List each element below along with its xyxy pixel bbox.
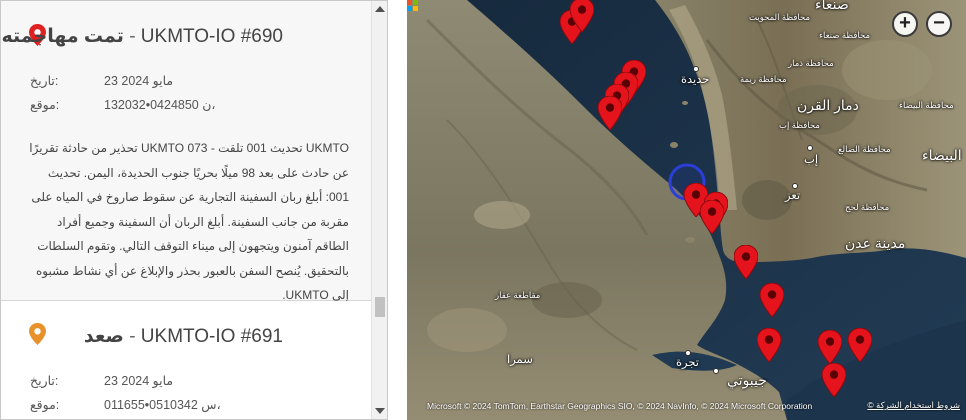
city-dot-taiz [792,183,798,189]
place-label-hudaydah: حديدة [681,74,710,86]
date-row: تاريخ: مايو 2024 23 [1,373,373,391]
place-label-taiz: تعز [785,190,801,202]
microsoft-logo-icon [407,0,418,11]
scrollbar-thumb[interactable] [375,297,385,317]
place-label-dhale: محافظة الضالع [838,144,891,154]
place-label-bayda: البيضاء [922,147,962,163]
date-label: تاريخ: [30,374,59,388]
incident-list-panel: تمت مهاجمته - UKMTO-IO #690 تاريخ: مايو … [0,0,388,420]
place-label-aden: مدينة عدن [845,235,906,251]
scroll-down-arrow-icon[interactable] [375,408,385,414]
incident-kind: صعد [83,326,124,347]
city-dot-hudaydah [693,66,699,72]
location-value: 132032•0424850 ن، [104,98,216,112]
location-row: موقع: 011655•0510342 س، [1,397,373,415]
place-label-dhamar-gov: محافظة ذمار [788,58,834,68]
orange-pin-icon [29,323,46,345]
incident-kind: تمت مهاجمته [1,26,124,47]
satellite-map[interactable]: صنعاء حديدة دمار القرن إب تعز مدينة عدن … [407,0,966,420]
place-label-ibb-gov: محافظة إب [779,120,820,130]
date-value: مايو 2024 23 [104,374,174,388]
incident-marker-pin-icon[interactable] [598,96,622,130]
place-label-tadjoura: تجرة [676,357,699,369]
terms-link[interactable]: شروط استخدام الشركة © [867,400,960,411]
location-label: موقع: [30,398,60,412]
place-label-sanaa: صنعاء [815,0,849,12]
incident-title[interactable]: صعد - UKMTO-IO #691 [1,319,373,355]
incident-description: UKMTO تحديث 001 تلقت - UKMTO 073 تحذير م… [29,141,349,302]
incident-marker-pin-icon[interactable] [822,363,846,397]
incident-marker-pin-icon[interactable] [570,0,594,32]
city-dot-ibb [807,145,813,151]
panel-scrollbar[interactable] [371,1,387,419]
scroll-up-arrow-icon[interactable] [375,6,385,12]
place-label-dhamar: دمار القرن [797,97,859,113]
incident-marker-pin-icon[interactable] [848,328,872,362]
title-separator: - [129,26,136,47]
city-dot-tadjoura [685,350,691,356]
incident-marker-pin-icon[interactable] [734,245,758,279]
place-label-djibouti: جيبوتي [727,372,767,388]
incident-id: UKMTO-IO #690 [140,26,283,47]
date-row: تاريخ: مايو 2024 23 [1,73,373,91]
date-value: مايو 2024 23 [104,74,174,88]
place-label-sanaa-gov: محافظة صنعاء [819,30,871,40]
place-label-assab: مقاطعة عفار [495,290,541,300]
location-value: 011655•0510342 س، [104,398,221,412]
incident-card-691[interactable]: صعد - UKMTO-IO #691 تاريخ: مايو 2024 23 … [1,301,373,419]
place-label-bayda-gov: محافظة البيضاء [899,100,954,110]
location-row: موقع: 132032•0424850 ن، [1,97,373,115]
city-dot-djibouti [713,368,719,374]
zoom-in-button[interactable]: + [892,11,918,37]
place-label-lahij: محافظة لحج [845,202,890,212]
place-label-raymah: محافظة ريمة [740,74,787,84]
incident-card-690[interactable]: تمت مهاجمته - UKMTO-IO #690 تاريخ: مايو … [1,1,373,302]
incident-title[interactable]: تمت مهاجمته - UKMTO-IO #690 [1,19,373,55]
date-label: تاريخ: [30,74,59,88]
zoom-out-button[interactable]: − [926,11,952,37]
location-label: موقع: [30,98,60,112]
incident-marker-pin-icon[interactable] [760,283,784,317]
incident-marker-pin-icon[interactable] [757,328,781,362]
place-label-ibb: إب [804,154,819,166]
map-attribution: Microsoft © 2024 TomTom, Earthstar Geogr… [427,401,813,411]
incident-marker-pin-icon[interactable] [818,330,842,364]
incident-id: UKMTO-IO #691 [140,326,283,347]
title-separator: - [129,326,136,347]
place-label-mahwit: محافظة المحويت [749,12,811,22]
incident-marker-pin-icon[interactable] [700,200,724,234]
place-label-samara: سمرا [507,354,533,366]
